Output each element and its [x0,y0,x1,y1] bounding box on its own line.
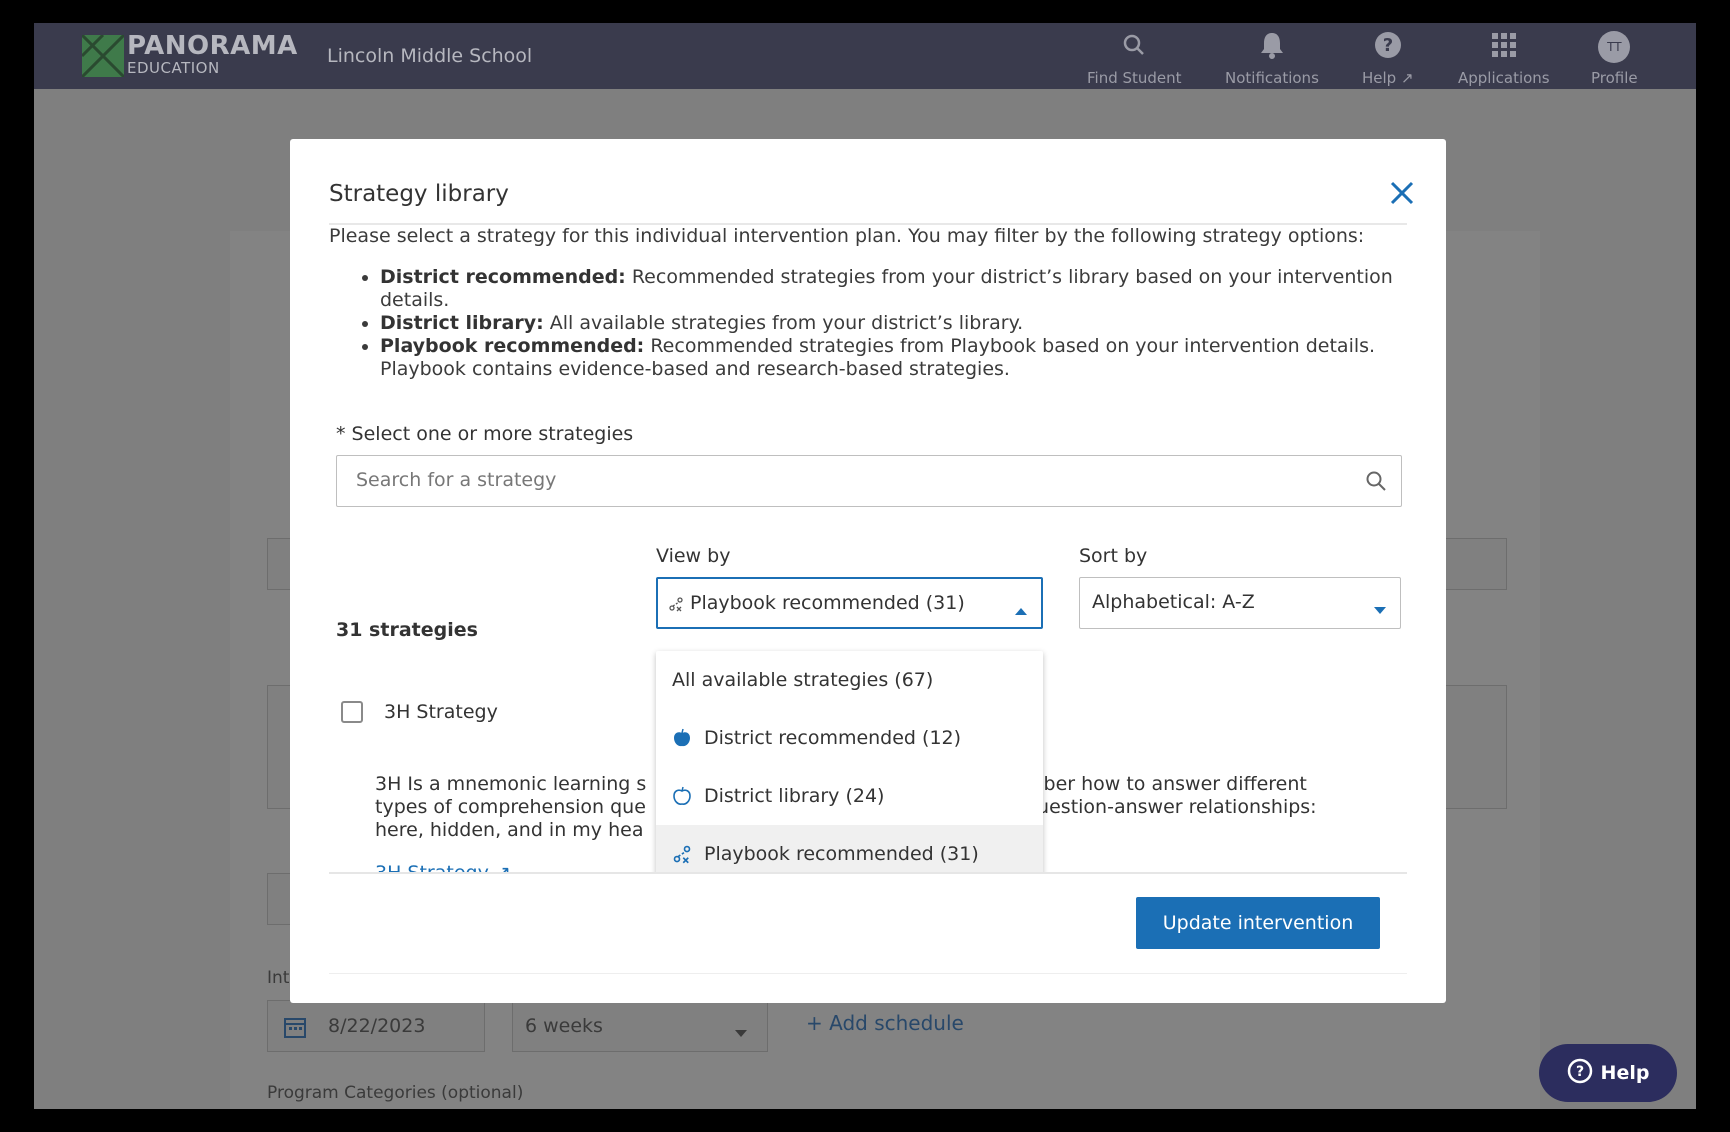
playbook-icon [668,596,684,616]
nav-label: Profile [1591,69,1638,87]
view-option-district-recommended[interactable]: District recommended (12) [656,709,1043,767]
nav-profile[interactable]: TT Profile [1591,29,1638,87]
view-by-value: Playbook recommended (31) [690,592,965,614]
bg-interval-label: Int [267,968,290,988]
duration-select[interactable]: 6 weeks [512,1000,768,1052]
strategy-count: 31 strategies [336,619,478,641]
view-option-all[interactable]: All available strategies (67) [656,651,1043,709]
brand-name: PANORAMA [127,31,298,61]
modal-body: Please select a strategy for this indivi… [329,223,1407,873]
view-by-select[interactable]: Playbook recommended (31) [656,577,1043,629]
option-description: District recommended: Recommended strate… [380,266,1407,312]
bell-icon [1259,31,1285,63]
view-by-label: View by [656,545,731,567]
select-strategies-label: * Select one or more strategies [336,423,634,445]
view-by-dropdown: All available strategies (67) District r… [656,651,1043,873]
help-button[interactable]: ? Help [1539,1044,1677,1102]
add-schedule-link[interactable]: + Add schedule [806,1011,964,1035]
view-option-district-library[interactable]: District library (24) [656,767,1043,825]
option-label: Playbook recommended (31) [704,843,979,865]
question-icon: ? [1374,31,1402,63]
filter-options-list: District recommended: Recommended strate… [380,266,1407,381]
nav-label: Help [1362,69,1397,87]
strategy-name: 3H Strategy [384,701,498,723]
svg-text:?: ? [1383,35,1393,56]
nav-label: Find Student [1087,69,1182,87]
search-icon[interactable] [1365,470,1387,496]
school-name[interactable]: Lincoln Middle School [327,45,532,67]
brand: PANORAMA EDUCATION [127,32,298,76]
nav-label: Notifications [1225,69,1319,87]
panorama-logo[interactable] [80,33,126,79]
option-description: Playbook recommended: Recommended strate… [380,335,1407,381]
option-label: All available strategies (67) [672,669,934,691]
nav-label: Applications [1458,69,1550,87]
strategy-search [336,455,1402,507]
close-icon [1388,181,1416,211]
external-link-icon: ↗ [1400,69,1414,87]
option-label: District recommended (12) [704,727,962,749]
sort-by-select[interactable]: Alphabetical: A-Z [1079,577,1401,629]
divider [329,872,1407,874]
nav-applications[interactable]: Applications [1458,29,1550,87]
svg-text:?: ? [1575,1064,1583,1080]
avatar: TT [1598,31,1631,63]
sort-by-value: Alphabetical: A-Z [1092,591,1255,613]
search-input[interactable] [337,456,1317,504]
playbook-icon [672,844,694,864]
option-label: District library (24) [704,785,885,807]
strategy-library-modal: Strategy library Please select a strateg… [290,139,1446,1003]
divider [329,973,1407,974]
chevron-down-icon [1374,600,1386,619]
start-date-value: 8/22/2023 [328,1015,426,1037]
nav-find-student[interactable]: Find Student [1087,29,1182,87]
nav-notifications[interactable]: Notifications [1225,29,1319,87]
intro-text: Please select a strategy for this indivi… [329,225,1365,247]
chevron-up-icon [1015,601,1027,620]
search-icon [1122,33,1146,61]
nav-help[interactable]: ? Help ↗ [1362,29,1414,87]
close-button[interactable] [1388,179,1416,207]
brand-subtitle: EDUCATION [127,59,220,77]
top-nav: PANORAMA EDUCATION Lincoln Middle School… [34,23,1696,89]
grid-icon [1491,32,1517,62]
modal-title: Strategy library [329,181,509,207]
apple-outline-icon [672,786,694,806]
option-description: District library: All available strategi… [380,312,1407,335]
question-icon: ? [1567,1058,1593,1089]
calendar-icon [284,1016,306,1042]
view-option-playbook-recommended[interactable]: Playbook recommended (31) [656,825,1043,873]
start-date-field[interactable]: 8/22/2023 [267,1000,485,1052]
sort-by-label: Sort by [1079,545,1148,567]
update-intervention-button[interactable]: Update intervention [1136,897,1380,949]
program-categories-label: Program Categories (optional) [267,1083,524,1103]
chevron-down-icon [735,1023,747,1042]
apple-filled-icon [672,728,694,748]
duration-value: 6 weeks [525,1015,603,1037]
strategy-checkbox[interactable] [341,701,363,723]
help-label: Help [1600,1062,1650,1084]
